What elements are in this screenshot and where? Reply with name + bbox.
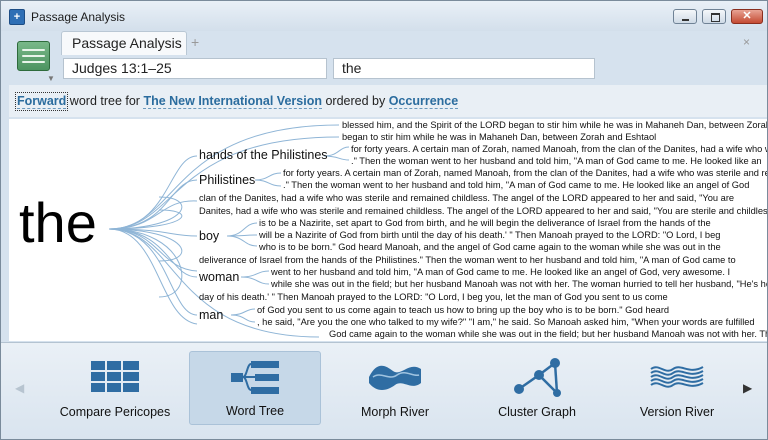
word-tree-option[interactable]: Word Tree [189,351,321,425]
context-line[interactable]: while she was out in the field; but her … [271,278,767,290]
bible-dropdown[interactable]: The New International Version [143,94,322,109]
order-dropdown[interactable]: Occurrence [388,94,459,109]
context-line[interactable]: clan of the Danites, had a wife who was … [199,192,734,204]
compare-pericopes-icon [91,361,139,392]
option-label: Version River [639,405,715,419]
context-line[interactable]: God came again to the woman while she wa… [329,328,767,340]
close-window-button[interactable]: ✕ [731,9,763,24]
options-sentence: Forward word tree for The New Internatio… [14,92,459,111]
waves-logo-icon [17,41,50,71]
context-line[interactable]: went to her husband and told him, "A man… [271,266,730,278]
context-line[interactable]: began to stir him while he was in Mahane… [342,131,656,143]
close-icon: ✕ [742,10,752,22]
option-label: Morph River [360,405,430,419]
cluster-graph-icon [514,358,561,397]
search-term-input[interactable]: the [333,58,595,79]
options-text-2: ordered by [325,94,386,108]
scroll-left-icon[interactable]: ◀ [15,381,24,395]
minimize-button[interactable] [673,9,697,24]
reference-input[interactable]: Judges 13:1–25 [63,58,327,79]
context-line[interactable]: for forty years. A certain man of Zorah,… [283,167,767,179]
add-tab-button[interactable]: + [191,34,199,50]
context-line[interactable]: day of his death.' " Then Manoah prayed … [199,291,668,303]
app-logo-icon: + [9,9,25,25]
minimize-icon [682,19,689,21]
tab-label: Passage Analysis [72,35,182,51]
options-bar: Forward word tree for The New Internatio… [9,85,767,117]
window-title: Passage Analysis [31,10,126,24]
morph-river-icon [369,365,421,390]
app-window: + Passage Analysis ✕ ▼ Passage Analysis … [0,0,768,440]
tree-node[interactable]: Philistines [199,173,255,187]
tree-node[interactable]: man [199,308,223,322]
options-text-1: word tree for [69,94,140,108]
scroll-right-icon[interactable]: ▶ [743,381,752,395]
compare-pericopes-option[interactable]: Compare Pericopes [49,351,181,425]
cluster-graph-option[interactable]: Cluster Graph [471,351,603,425]
tab-passage-analysis[interactable]: Passage Analysis [61,31,187,55]
visualization-picker: ◀ Compare Pericopes Word Tree Morph Rive… [1,342,767,439]
context-line[interactable]: will be a Nazirite of God from birth unt… [259,229,720,241]
maximize-button[interactable] [702,9,726,24]
tree-node[interactable]: woman [199,270,239,284]
option-label: Cluster Graph [498,405,576,419]
option-label: Compare Pericopes [59,405,171,419]
close-panel-button[interactable]: × [743,35,750,49]
context-line[interactable]: of God you sent to us come again to teac… [257,304,669,316]
maximize-icon [711,13,720,22]
option-label: Word Tree [225,404,285,418]
context-line[interactable]: who is to be born." God heard Manoah, an… [259,241,721,253]
version-river-option[interactable]: Version River [611,351,743,425]
word-tree-canvas[interactable]: the hands of the Philistines Philistines… [9,119,767,341]
version-river-icon [650,366,704,388]
context-line[interactable]: is to be a Nazirite, set apart to God fr… [259,217,711,229]
morph-river-option[interactable]: Morph River [329,351,461,425]
title-bar[interactable]: + Passage Analysis ✕ [1,1,767,31]
tree-node[interactable]: boy [199,229,219,243]
passage-analysis-menu[interactable]: ▼ [9,32,55,84]
chevron-down-icon: ▼ [47,74,55,83]
context-line[interactable]: , he said, "Are you the one who talked t… [257,316,755,328]
context-line[interactable]: Danites, had a wife who was sterile and … [199,205,767,217]
context-line[interactable]: blessed him, and the Spirit of the LORD … [342,119,767,131]
root-word[interactable]: the [19,195,97,251]
word-tree-icon [231,361,279,394]
direction-dropdown[interactable]: Forward [14,92,69,111]
context-line[interactable]: for forty years. A certain man of Zorah,… [351,143,767,155]
context-line[interactable]: deliverance of Israel from the hands of … [199,254,736,266]
tree-node[interactable]: hands of the Philistines [199,148,328,162]
context-line[interactable]: ." Then the woman went to her husband an… [351,155,762,167]
context-line[interactable]: ." Then the woman went to her husband an… [283,179,749,191]
